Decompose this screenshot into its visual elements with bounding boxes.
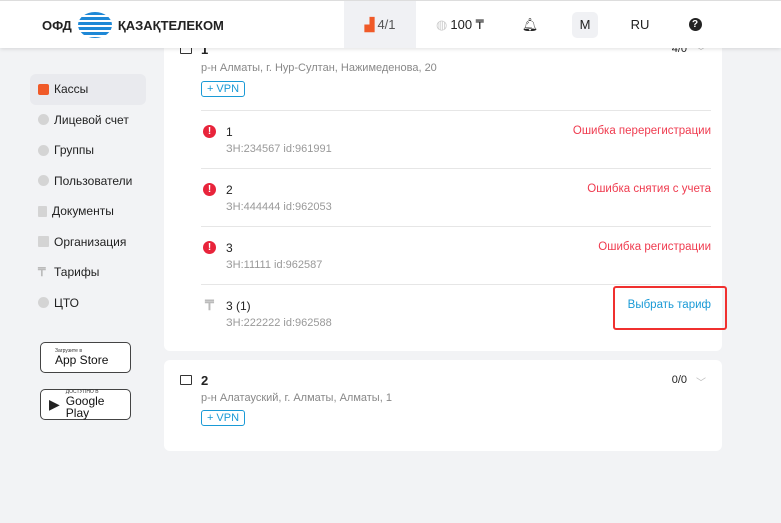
sidebar-item-cto[interactable]: ЦТО bbox=[30, 288, 146, 319]
cashbox-ids: ЗН:444444 id:962053 bbox=[226, 201, 332, 213]
sidebar-item-account[interactable]: Лицевой счет bbox=[30, 105, 146, 136]
cashbox-row[interactable]: ! 2 ЗН:444444 id:962053 Ошибка снятия с уче… bbox=[201, 168, 711, 226]
help-icon[interactable]: ? bbox=[685, 1, 705, 48]
wrench-icon bbox=[38, 297, 49, 309]
app-store-button[interactable]: Загрузите в App Store bbox=[40, 342, 131, 373]
store-icon bbox=[180, 375, 192, 385]
sidebar-item-organization[interactable]: Организация bbox=[30, 227, 146, 258]
tenge-icon: ₸ bbox=[38, 265, 46, 280]
groups-icon bbox=[38, 144, 49, 156]
cashbox-row[interactable]: ! 3 ЗН:11111 id:962587 Ошибка регистрации bbox=[201, 226, 711, 284]
cashbox-name: 3 bbox=[226, 241, 233, 255]
play-icon: ▶ bbox=[49, 396, 60, 412]
building-icon bbox=[38, 236, 49, 248]
tenge-icon: ₸ bbox=[205, 297, 214, 313]
sidebar-item-label: Лицевой счет bbox=[54, 112, 129, 127]
logo[interactable]: ОФД ҚАЗАҚТЕЛЕКОМ bbox=[42, 12, 224, 38]
error-icon: ! bbox=[203, 241, 216, 254]
store-name: App Store bbox=[55, 353, 109, 367]
sidebar-item-groups[interactable]: Группы bbox=[30, 135, 146, 166]
point-address: р-н Алматы, г. Нур-Султан, Нажимеденова,… bbox=[201, 62, 437, 74]
cashbox-row[interactable]: ! 1 ЗН:234567 id:961991 Ошибка перерегистра… bbox=[201, 110, 711, 168]
balance[interactable]: ◍ 100 ₸ bbox=[430, 1, 490, 48]
cashbox-ids: ЗН:11111 id:962587 bbox=[226, 259, 323, 271]
logo-text: ОФД bbox=[42, 17, 72, 33]
add-vpn-button[interactable]: + VPN bbox=[201, 410, 245, 426]
cashbox-name: 1 bbox=[226, 125, 233, 139]
add-vpn-button[interactable]: + VPN bbox=[201, 81, 245, 97]
sidebar-item-label: ЦТО bbox=[54, 295, 80, 310]
status-text: Ошибка регистрации bbox=[598, 241, 711, 253]
sidebar-item-users[interactable]: Пользователи bbox=[30, 166, 146, 197]
cashbox-ids: ЗН:234567 id:961991 bbox=[226, 143, 332, 155]
cashbox-name: 3 (1) bbox=[226, 299, 251, 313]
store-name: Google Play bbox=[65, 394, 105, 420]
highlight-box bbox=[613, 286, 727, 330]
cashbox-ids: ЗН:222222 id:962588 bbox=[226, 317, 332, 329]
cashboxes-counter[interactable]: ▟ 4/1 bbox=[344, 1, 416, 48]
status-text: Ошибка перерегистрации bbox=[572, 125, 711, 137]
sidebar-item-label: Документы bbox=[52, 204, 114, 219]
point-count: 0/0 bbox=[671, 374, 687, 386]
error-icon: ! bbox=[203, 183, 216, 196]
point-card-2: 2 0/0 ﹀ р-н Алатауский, г. Алматы, Алмат… bbox=[164, 360, 722, 451]
google-play-button[interactable]: ▶ ДОСТУПНО В Google Play bbox=[40, 389, 131, 420]
error-icon: ! bbox=[203, 125, 216, 138]
sidebar-item-kassy[interactable]: Кассы bbox=[30, 74, 146, 105]
sidebar: Кассы Лицевой счет Группы Пользователи Д… bbox=[30, 74, 146, 318]
header: ОФД ҚАЗАҚТЕЛЕКОМ ▟ 4/1 ◍ 100 ₸ 🔔︎ M RU ? bbox=[0, 0, 781, 48]
globe-logo-icon bbox=[77, 12, 112, 38]
language-selector[interactable]: RU bbox=[625, 1, 655, 48]
coins-icon bbox=[38, 114, 49, 126]
sidebar-item-label: Пользователи bbox=[54, 173, 133, 188]
sidebar-item-label: Кассы bbox=[54, 82, 89, 97]
chevron-down-icon[interactable]: ﹀ bbox=[696, 374, 706, 389]
sidebar-item-label: Группы bbox=[54, 143, 94, 158]
avatar[interactable]: M bbox=[572, 11, 598, 38]
user-icon bbox=[38, 175, 49, 187]
status-text: Ошибка снятия с учета bbox=[587, 183, 711, 195]
bell-icon[interactable]: 🔔︎ bbox=[518, 1, 542, 48]
cash-register-icon bbox=[38, 83, 49, 95]
cashboxes-count: 4/1 bbox=[377, 17, 396, 32]
point-title: 2 bbox=[201, 373, 209, 388]
balance-value: 100 ₸ bbox=[450, 16, 484, 32]
coins-icon: ◍ bbox=[436, 16, 448, 32]
sidebar-item-label: Тарифы bbox=[54, 265, 100, 280]
point-address: р-н Алатауский, г. Алматы, Алматы, 1 bbox=[201, 392, 392, 404]
logo-brand: ҚАЗАҚТЕЛЕКОМ bbox=[117, 17, 224, 33]
cashbox-name: 2 bbox=[226, 183, 233, 197]
sidebar-item-tariffs[interactable]: ₸ Тарифы bbox=[30, 257, 146, 288]
document-icon bbox=[38, 205, 47, 217]
cash-register-icon: ▟ bbox=[364, 16, 375, 32]
sidebar-item-label: Организация bbox=[54, 234, 127, 249]
sidebar-item-documents[interactable]: Документы bbox=[30, 196, 146, 227]
